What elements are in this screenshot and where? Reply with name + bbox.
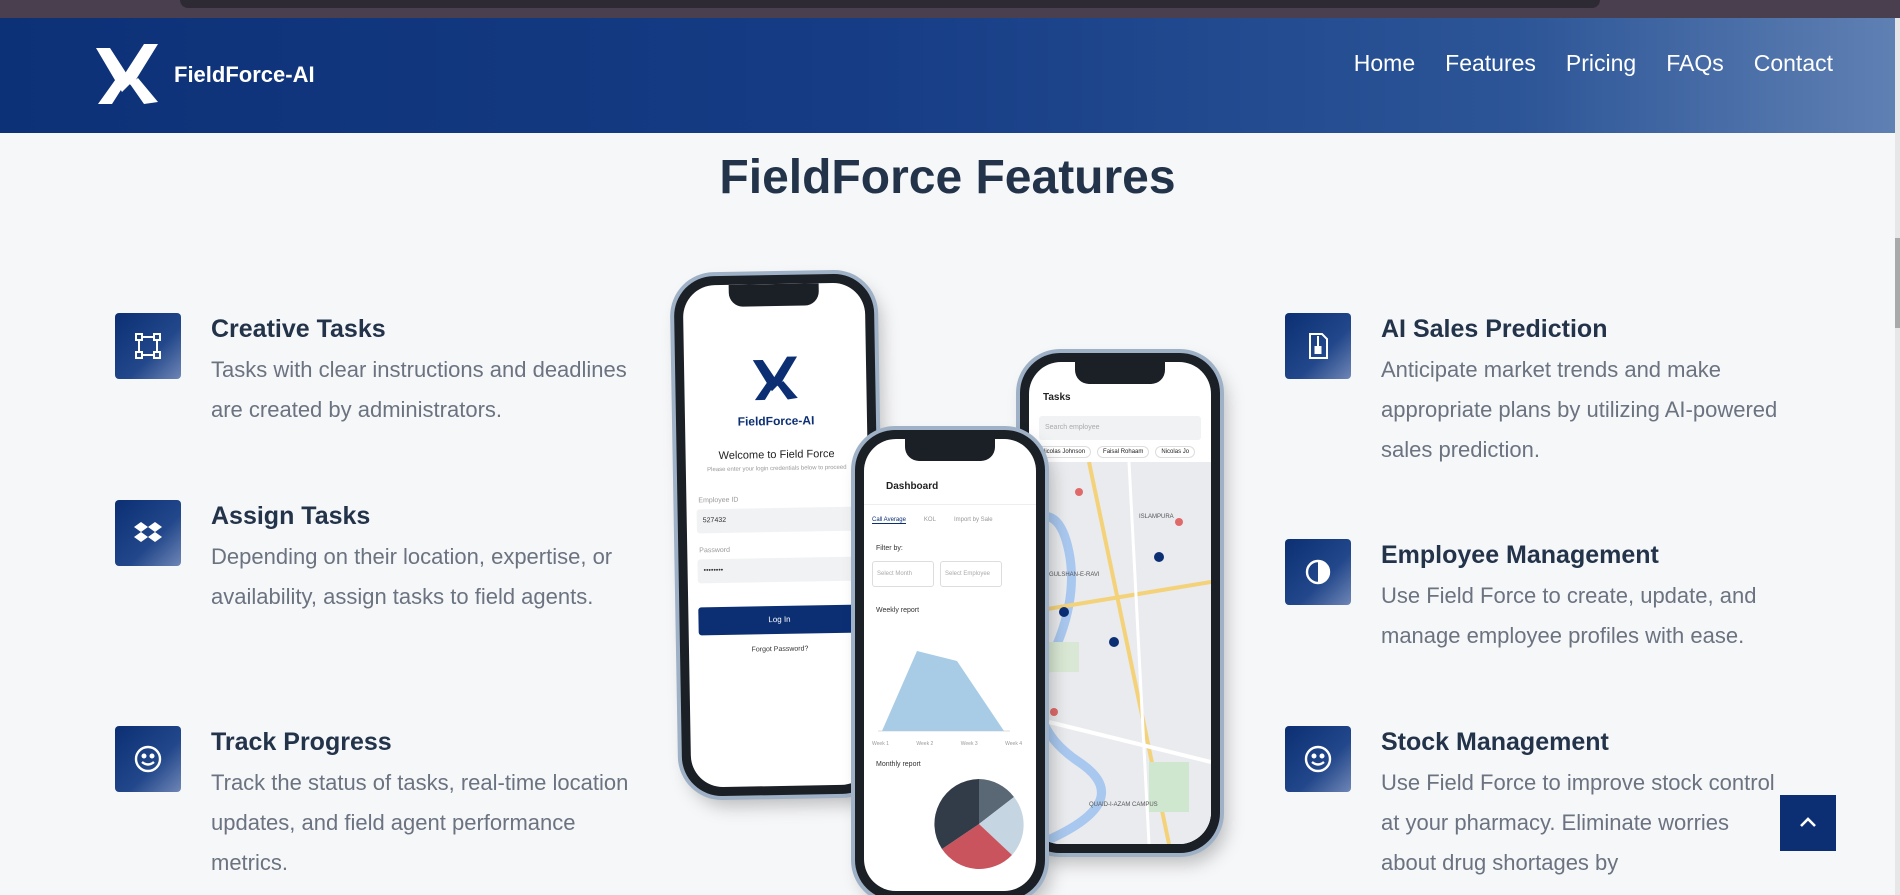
feature-title: Stock Management [1381, 728, 1609, 756]
brand-name: FieldForce-AI [174, 62, 315, 87]
login-subtitle: Please enter your login credentials belo… [707, 464, 847, 474]
dashboard-screen: Dashboard Call Average KOL Import by Sal… [864, 439, 1036, 891]
dashboard-title: Dashboard [864, 465, 1036, 505]
employee-chip[interactable]: Nicolas Jo [1155, 446, 1196, 458]
browser-bar [180, 0, 1600, 8]
page-scrollbar[interactable] [1895, 18, 1900, 895]
feature-desc: Anticipate market trends and make approp… [1381, 357, 1778, 462]
filter-label: Filter by: [876, 545, 903, 552]
map-pin-icon [1154, 552, 1164, 562]
login-screen: FieldForce-AI Welcome to Field Force Ple… [682, 282, 874, 788]
select-month[interactable]: Select Month [872, 561, 934, 587]
week-label: Week 4 [1005, 741, 1022, 747]
main-nav: Home Features Pricing FAQs Contact [1354, 50, 1833, 77]
dashboard-tabs: Call Average KOL Import by Sale [872, 517, 1036, 524]
employee-id-label: Employee ID [698, 496, 739, 505]
monthly-report-label: Monthly report [876, 761, 921, 768]
phones-mockup: FieldForce-AI Welcome to Field Force Ple… [670, 273, 1230, 895]
tab-call-average[interactable]: Call Average [872, 517, 906, 524]
contrast-icon [1285, 539, 1351, 605]
nav-features[interactable]: Features [1445, 50, 1536, 77]
feature-title: Assign Tasks [211, 502, 371, 530]
tab-import-by-sale[interactable]: Import by Sale [954, 517, 993, 524]
phone-login: FieldForce-AI Welcome to Field Force Ple… [673, 273, 883, 797]
map-pin-icon [1050, 708, 1058, 716]
back-to-top-button[interactable] [1780, 795, 1836, 851]
phone-notch [905, 439, 995, 461]
feature-desc: Track the status of tasks, real-time loc… [211, 770, 629, 875]
login-welcome: Welcome to Field Force [718, 448, 835, 463]
feature-creative-tasks: Creative Tasks Tasks with clear instruct… [115, 313, 635, 430]
phone-dashboard: Dashboard Call Average KOL Import by Sal… [855, 430, 1045, 895]
nav-contact[interactable]: Contact [1754, 50, 1833, 77]
week-label: Week 2 [916, 741, 934, 747]
fieldforce-logo-icon [752, 356, 798, 401]
file-zip-icon [1285, 313, 1351, 379]
login-button[interactable]: Log In [698, 604, 861, 636]
smile-icon [115, 726, 181, 792]
monthly-report-pie [934, 779, 1024, 869]
feature-assign-tasks: Assign Tasks Depending on their location… [115, 500, 635, 617]
feature-title: Employee Management [1381, 541, 1659, 569]
tab-kol[interactable]: KOL [924, 517, 936, 524]
phone-tasks: Tasks Search employee Nicolas Johnson Fa… [1020, 353, 1220, 853]
smile-icon [1285, 726, 1351, 792]
tasks-map[interactable]: ISLAMPURA GULSHAN-E-RAVI QUAID-I-AZAM CA… [1029, 461, 1211, 844]
phone-notch [728, 283, 819, 307]
week-label: Week 3 [960, 741, 978, 747]
map-pin-icon [1175, 518, 1183, 526]
select-employee[interactable]: Select Employee [940, 561, 1002, 587]
week-labels: Week 1 Week 2 Week 3 Week 4 [872, 741, 1022, 747]
login-brand: FieldForce-AI [737, 413, 815, 429]
password-label: Password [699, 546, 731, 555]
feature-ai-sales-prediction: AI Sales Prediction Anticipate market tr… [1285, 313, 1785, 470]
nav-pricing[interactable]: Pricing [1566, 50, 1636, 77]
employee-id-field[interactable]: 527432 [696, 506, 859, 534]
page-title: FieldForce Features [719, 151, 1176, 204]
map-label: QUAID-I-AZAM CAMPUS [1089, 802, 1158, 808]
feature-desc: Depending on their location, expertise, … [211, 544, 613, 609]
nav-home[interactable]: Home [1354, 50, 1415, 77]
feature-stock-management: Stock Management Use Field Force to impr… [1285, 726, 1785, 883]
map-label: ISLAMPURA [1139, 514, 1174, 520]
feature-desc: Tasks with clear instructions and deadli… [211, 357, 627, 422]
brand-logo[interactable]: FieldForce-AI [92, 40, 315, 110]
nav-faqs[interactable]: FAQs [1666, 50, 1724, 77]
feature-employee-management: Employee Management Use Field Force to c… [1285, 539, 1785, 656]
chevron-up-icon [1800, 817, 1816, 827]
phone-notch [1075, 362, 1165, 384]
tasks-search[interactable]: Search employee [1039, 416, 1201, 440]
password-field[interactable]: •••••••• [697, 556, 860, 584]
feature-desc: Use Field Force to improve stock control… [1381, 770, 1775, 875]
weekly-report-label: Weekly report [876, 607, 920, 614]
employee-chips: Nicolas Johnson Faisal Rohaam Nicolas Jo [1035, 446, 1211, 458]
feature-track-progress: Track Progress Track the status of tasks… [115, 726, 635, 883]
scroll-thumb[interactable] [1895, 238, 1900, 328]
map-graphic [1029, 461, 1211, 844]
feature-title: AI Sales Prediction [1381, 315, 1608, 343]
tasks-screen: Tasks Search employee Nicolas Johnson Fa… [1029, 362, 1211, 844]
tasks-title: Tasks [1043, 392, 1071, 403]
map-pin-icon [1075, 488, 1083, 496]
fieldforce-logo-icon [96, 44, 158, 104]
employee-chip[interactable]: Nicolas Johnson [1035, 446, 1092, 458]
map-pin-icon [1059, 607, 1069, 617]
feature-title: Creative Tasks [211, 315, 386, 343]
map-label: GULSHAN-E-RAVI [1049, 572, 1100, 578]
employee-chip[interactable]: Faisal Rohaam [1097, 446, 1150, 458]
browser-chrome [0, 0, 1900, 18]
site-header: FieldForce-AI Home Features Pricing FAQs… [0, 18, 1895, 133]
forgot-password-link[interactable]: Forgot Password? [689, 644, 871, 654]
week-label: Week 1 [872, 741, 889, 747]
task-board-icon [115, 313, 181, 379]
dropbox-icon [115, 500, 181, 566]
map-pin-icon [1109, 637, 1119, 647]
weekly-report-chart [878, 651, 1010, 732]
feature-title: Track Progress [211, 728, 392, 756]
feature-desc: Use Field Force to create, update, and m… [1381, 583, 1757, 648]
